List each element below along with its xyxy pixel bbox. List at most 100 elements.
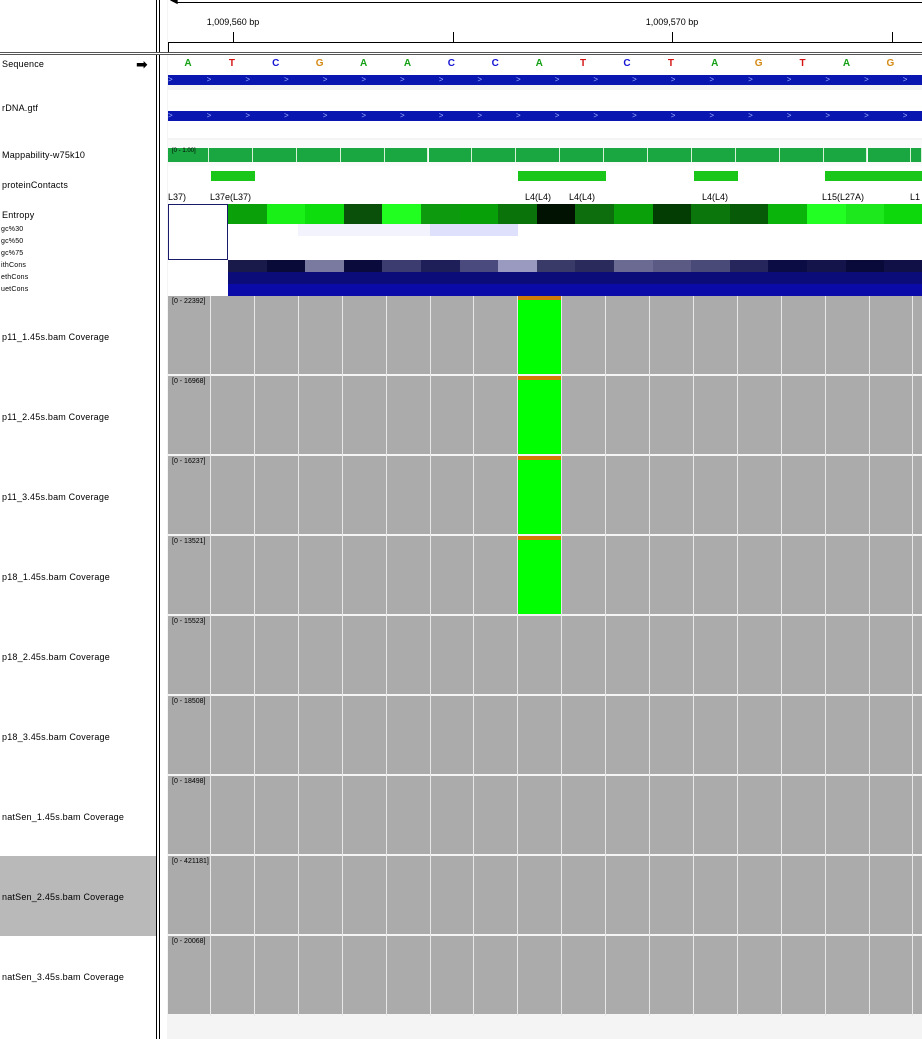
track-name-ithcons[interactable]: ithCons bbox=[1, 262, 26, 269]
ruler-top-line bbox=[176, 2, 922, 3]
track-name-gc75[interactable]: gc%75 bbox=[1, 250, 23, 257]
track-name-coverage-4[interactable]: p18_1.45s.bam Coverage bbox=[2, 572, 110, 582]
grid-line bbox=[824, 296, 826, 1016]
mappability-cell bbox=[560, 148, 605, 162]
track-name-gc30[interactable]: gc%30 bbox=[1, 226, 23, 233]
track-name-gc50[interactable]: gc%50 bbox=[1, 238, 23, 245]
coverage-range-label: [0 - 22392] bbox=[172, 298, 206, 305]
contact-label: L4(L4) bbox=[569, 192, 596, 202]
track-name-sequence[interactable]: Sequence bbox=[2, 59, 44, 69]
track-name-protein-contacts[interactable]: proteinContacts bbox=[2, 180, 68, 190]
sequence-base: T bbox=[667, 58, 674, 69]
track-name-coverage-7[interactable]: natSen_1.45s.bam Coverage bbox=[2, 812, 124, 822]
ithcons-cell bbox=[807, 260, 846, 272]
grid-line bbox=[912, 296, 914, 1016]
mismatch-marker bbox=[518, 296, 561, 300]
track-name-coverage-3[interactable]: p11_3.45s.bam Coverage bbox=[2, 492, 109, 502]
track-name-mappability[interactable]: Mappability-w75k10 bbox=[2, 150, 85, 160]
ruler-tick bbox=[672, 32, 673, 42]
mismatch-marker bbox=[518, 456, 561, 460]
grid-line bbox=[429, 296, 431, 1016]
sequence-base: G bbox=[886, 58, 895, 69]
track-name-ethcons[interactable]: ethCons bbox=[1, 274, 28, 281]
scroll-left-arrow-icon[interactable]: ◀ bbox=[170, 0, 178, 6]
mappability-cell bbox=[472, 148, 517, 162]
grid-line bbox=[780, 296, 782, 1016]
coverage-track[interactable] bbox=[168, 616, 922, 694]
ruler-tick bbox=[168, 42, 169, 52]
ithcons-cell bbox=[884, 260, 922, 272]
ithcons-cell bbox=[498, 260, 537, 272]
track-names-panel: Sequence ➡ rDNA.gtf Mappability-w75k10 p… bbox=[0, 0, 156, 1039]
coverage-track[interactable] bbox=[168, 856, 922, 934]
track-name-coverage-8[interactable]: natSen_2.45s.bam Coverage bbox=[2, 892, 124, 902]
ruler-tick bbox=[233, 32, 234, 42]
coverage-range-label: [0 - 20068] bbox=[172, 938, 206, 945]
coverage-track[interactable] bbox=[168, 936, 922, 1014]
mappability-cell bbox=[779, 148, 824, 162]
coverage-track[interactable] bbox=[168, 696, 922, 774]
track-name-coverage-9[interactable]: natSen_3.45s.bam Coverage bbox=[2, 972, 124, 982]
ruler[interactable] bbox=[168, 0, 922, 52]
sequence-base: A bbox=[711, 58, 719, 69]
ithcons-cell bbox=[343, 260, 383, 272]
ithcons-cell bbox=[768, 260, 807, 272]
ithcons-cell bbox=[614, 260, 653, 272]
mappability-cell bbox=[340, 148, 385, 162]
contact-feature[interactable] bbox=[694, 171, 738, 181]
entropy-cell bbox=[768, 204, 807, 224]
entropy-cell bbox=[421, 204, 460, 224]
entropy-cell bbox=[266, 204, 306, 224]
mappability-cell bbox=[428, 148, 473, 162]
entropy-cell bbox=[498, 204, 537, 224]
rdna-feature-bar-2[interactable]: >>>>>>>>>>>>>>>>>>>> bbox=[168, 111, 922, 121]
entropy-cell bbox=[845, 204, 885, 224]
track-name-coverage-1[interactable]: p11_1.45s.bam Coverage bbox=[2, 332, 109, 342]
coverage-range-label: [0 - 421181] bbox=[172, 858, 209, 865]
mappability-cell bbox=[252, 148, 297, 162]
mappability-cell bbox=[384, 148, 429, 162]
ruler-tick bbox=[892, 32, 893, 42]
sequence-base: C bbox=[272, 58, 280, 69]
mappability-cell bbox=[516, 148, 561, 162]
variant-highlight-bar[interactable] bbox=[518, 536, 561, 614]
ithcons-cell bbox=[845, 260, 885, 272]
grid-line bbox=[868, 296, 870, 1016]
strand-arrows: >>>>>>>>>>>>>>>>>>>> bbox=[168, 111, 922, 120]
variant-highlight-bar[interactable] bbox=[518, 296, 561, 374]
track-name-coverage-2[interactable]: p11_2.45s.bam Coverage bbox=[2, 412, 109, 422]
mappability-cell bbox=[648, 148, 692, 162]
rdna-feature-bar-1[interactable]: >>>>>>>>>>>>>>>>>>>> bbox=[168, 75, 922, 85]
variant-highlight-bar[interactable] bbox=[518, 456, 561, 534]
entropy-cell bbox=[459, 204, 499, 224]
ruler-label-2: 1,009,570 bp bbox=[645, 17, 699, 27]
contact-feature[interactable] bbox=[518, 171, 606, 181]
variant-highlight-bar[interactable] bbox=[518, 376, 561, 454]
ithcons-cell bbox=[459, 260, 499, 272]
grid-line bbox=[473, 296, 475, 1016]
contact-label: L15(L27A) bbox=[822, 192, 865, 202]
sequence-base: A bbox=[535, 58, 543, 69]
contact-feature[interactable] bbox=[211, 171, 255, 181]
track-name-entropy[interactable]: Entropy bbox=[2, 210, 34, 220]
track-name-coverage-6[interactable]: p18_3.45s.bam Coverage bbox=[2, 732, 110, 742]
sequence-base: A bbox=[184, 58, 192, 69]
track-name-coverage-5[interactable]: p18_2.45s.bam Coverage bbox=[2, 652, 110, 662]
ruler-label-1: 1,009,560 bp bbox=[206, 17, 260, 27]
entropy-cell bbox=[575, 204, 614, 224]
strand-arrows: >>>>>>>>>>>>>>>>>>>> bbox=[168, 75, 922, 84]
entropy-cell bbox=[343, 204, 383, 224]
mismatch-marker bbox=[518, 536, 561, 540]
contact-label: L37e(L37) bbox=[210, 192, 252, 202]
attribute-strip bbox=[160, 0, 167, 1039]
data-panel-bottom bbox=[168, 1016, 922, 1039]
contact-feature[interactable] bbox=[825, 171, 922, 181]
track-name-rdna[interactable]: rDNA.gtf bbox=[2, 103, 38, 113]
coverage-track[interactable] bbox=[168, 776, 922, 854]
sequence-base: G bbox=[754, 58, 763, 69]
ithcons-cell bbox=[382, 260, 421, 272]
grid-line bbox=[605, 296, 607, 1016]
strand-arrow-icon[interactable]: ➡ bbox=[136, 56, 148, 73]
track-name-uetcons[interactable]: uetCons bbox=[1, 286, 28, 293]
ithcons-cell bbox=[421, 260, 460, 272]
